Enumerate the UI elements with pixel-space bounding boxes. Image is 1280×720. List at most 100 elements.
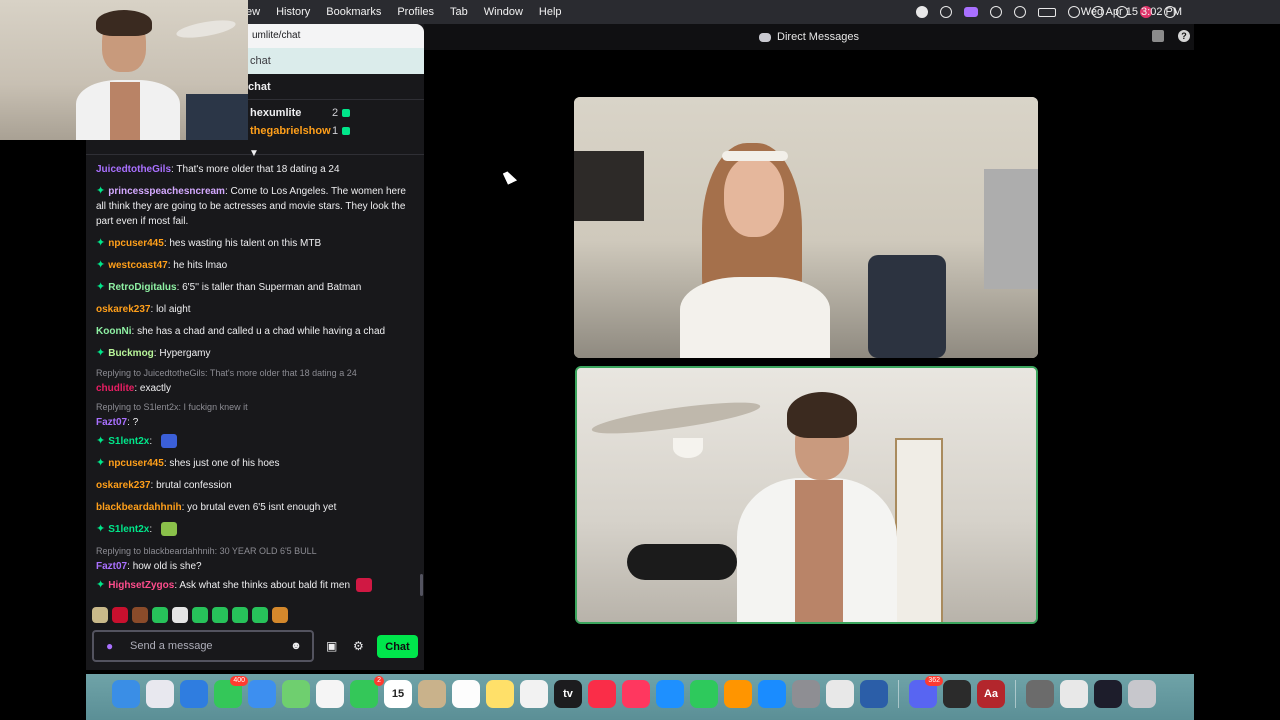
chat-message[interactable]: ✦ RetroDigitalus: 6'5'' is taller than Su… [96,280,406,295]
app-store-icon[interactable] [758,680,786,708]
sub-badge-icon[interactable]: ✦ [96,435,105,447]
sub-badge-icon[interactable]: ✦ [96,457,105,469]
reply-context[interactable]: Replying to S1lent2x: I fuckign knew it [96,400,406,415]
screenshot-folder-icon[interactable] [1094,680,1122,708]
message-author[interactable]: JuicedtotheGils [96,164,171,175]
pages-icon[interactable] [724,680,752,708]
message-author[interactable]: S1lent2x [108,524,149,535]
messages-icon[interactable]: 400 [214,676,248,708]
safari-icon[interactable] [180,680,208,708]
emote-icon[interactable] [112,607,128,623]
chat-message[interactable]: ✦ S1lent2x: [96,434,406,449]
gift-icon[interactable]: ▣ [326,639,340,653]
browser-tab[interactable]: chat [248,48,424,74]
chat-message[interactable]: ✦ npcuser445: hes wasting his talent on t… [96,236,406,251]
message-author[interactable]: HighsetZygos [108,580,174,591]
freeform-icon[interactable] [520,680,548,708]
chat-send-button[interactable]: Chat [377,635,418,658]
sub-badge-icon[interactable]: ✦ [96,523,105,535]
emote-icon[interactable] [92,607,108,623]
tv-icon[interactable]: tv [554,680,582,708]
chat-message[interactable]: oskarek237: lol aight [96,302,406,317]
help-icon[interactable]: ? [1178,30,1190,42]
message-author[interactable]: princesspeachesncream [108,186,225,197]
chat-message[interactable]: Replying to JuicedtotheGils: That's more… [96,366,406,396]
chat-message[interactable]: Replying to S1lent2x: I fuckign knew it F… [96,400,406,430]
video-tile-self[interactable] [575,366,1038,624]
emote-icon[interactable] [252,607,268,623]
play-icon[interactable] [990,6,1002,18]
message-author[interactable]: KoonNi [96,326,132,337]
facetime-icon[interactable]: 2 [350,676,384,708]
chat-message[interactable]: ✦ princesspeachesncream: Come to Los Ange… [96,184,406,229]
message-author[interactable]: oskarek237 [96,304,151,315]
finder-icon[interactable] [112,680,140,708]
wifi-icon[interactable] [1068,6,1080,18]
chat-message[interactable]: ✦ npcuser445: shes just one of his hoes [96,456,406,471]
emote-icon[interactable] [160,434,177,449]
menu-item[interactable]: Tab [450,6,468,18]
browser-icon[interactable] [940,6,952,18]
music-icon[interactable] [588,680,616,708]
simulator-icon[interactable] [860,680,888,708]
calendar-icon[interactable]: 15 [384,680,412,708]
record-icon[interactable] [916,6,928,18]
numbers-icon[interactable] [690,680,718,708]
message-author[interactable]: chudlite [96,383,134,394]
message-author[interactable]: npcuser445 [108,238,164,249]
chat-input-box[interactable]: ● ☻ [92,630,314,662]
menu-item[interactable]: Window [484,6,523,18]
chat-message[interactable]: JuicedtotheGils: That's more older that … [96,162,406,177]
mic-icon[interactable]: ● [106,639,122,653]
chat-message[interactable]: Replying to blackbeardahhnih: 30 YEAR OL… [96,544,406,574]
trash-icon[interactable] [1128,680,1156,708]
emote-icon[interactable] [356,578,373,593]
emoji-icon[interactable]: ☻ [288,640,304,652]
emote-icon[interactable] [160,522,177,537]
collapse-arrow-icon[interactable]: ▼ [248,148,260,160]
menu-item[interactable]: Help [539,6,562,18]
chrome-icon[interactable] [826,680,854,708]
mail-icon[interactable] [248,680,276,708]
message-author[interactable]: Fazt07 [96,417,127,428]
message-author[interactable]: npcuser445 [108,458,164,469]
photos-icon[interactable] [316,680,344,708]
address-bar[interactable]: umlite/chat [248,24,424,48]
notes-icon[interactable] [486,680,514,708]
sub-badge-icon[interactable]: ✦ [96,347,105,359]
menu-item[interactable]: History [276,6,310,18]
reply-context[interactable]: Replying to JuicedtotheGils: That's more… [96,366,406,381]
chat-message[interactable]: KoonNi: she has a chad and called u a ch… [96,324,406,339]
emote-icon[interactable] [232,607,248,623]
twitch-icon[interactable] [964,7,978,17]
system-settings-icon[interactable] [792,680,820,708]
message-author[interactable]: RetroDigitalus [108,282,176,293]
menu-item[interactable]: Profiles [397,6,434,18]
video-tile-remote[interactable] [574,97,1038,358]
discord-icon[interactable]: 362 [909,676,943,708]
menu-item[interactable]: ew [246,6,260,18]
chat-message[interactable]: ✦ S1lent2x: [96,522,406,537]
emote-icon[interactable] [212,607,228,623]
emote-icon[interactable] [152,607,168,623]
sub-badge-icon[interactable]: ✦ [96,579,105,591]
emote-icon[interactable] [172,607,188,623]
reminders-icon[interactable] [452,680,480,708]
menu-item[interactable]: Bookmarks [326,6,381,18]
message-author[interactable]: westcoast47 [108,260,167,271]
obs-icon[interactable] [943,680,971,708]
preview-icon[interactable] [1026,680,1054,708]
chat-message[interactable]: blackbeardahhnih: yo brutal even 6'5 isn… [96,500,406,515]
chat-message-input[interactable] [130,640,288,652]
maps-icon[interactable] [282,680,310,708]
chat-message[interactable]: ✦ westcoast47: he hits lmao [96,258,406,273]
emote-icon[interactable] [272,607,288,623]
menu-clock[interactable]: Wed Apr 15 3:02 PM [1081,6,1182,18]
message-author[interactable]: Buckmog [108,348,154,359]
dictionary-icon[interactable]: Aa [977,680,1005,708]
message-author[interactable]: blackbeardahhnih [96,502,182,513]
chat-message[interactable]: ✦ HighsetZygos: Ask what she thinks about… [96,578,406,593]
sub-badge-icon[interactable]: ✦ [96,237,105,249]
inbox-icon[interactable] [1152,30,1164,42]
emote-icon[interactable] [132,607,148,623]
